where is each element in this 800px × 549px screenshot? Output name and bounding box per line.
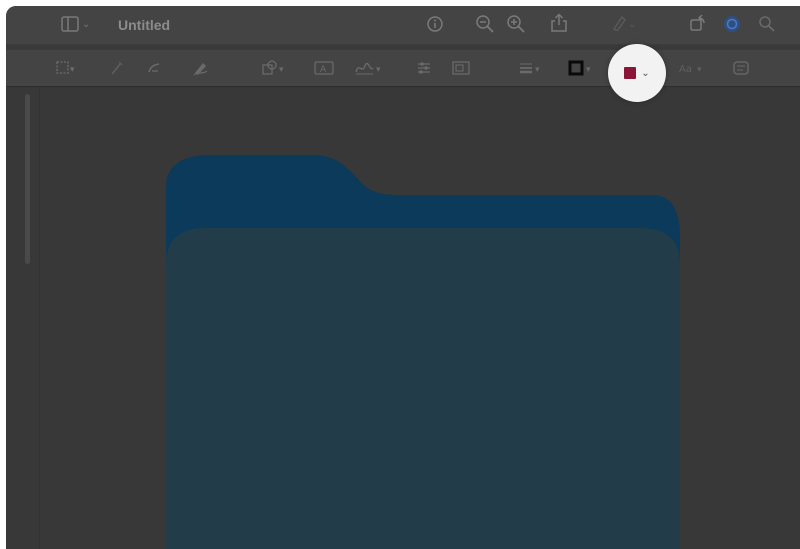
title-bar: ⌄ Untitled ⌄ xyxy=(6,6,800,45)
search-button[interactable] xyxy=(758,15,776,33)
zoom-in-button[interactable] xyxy=(506,14,526,34)
line-style-icon: ▾ xyxy=(518,60,544,76)
svg-text:⌄: ⌄ xyxy=(628,19,636,30)
text-style-button[interactable]: Aa ▾ xyxy=(678,60,708,76)
svg-text:▾: ▾ xyxy=(376,65,381,75)
sign-button[interactable]: ▾ xyxy=(354,60,384,76)
folder-front-panel xyxy=(166,228,680,549)
line-style-button[interactable]: ▾ xyxy=(518,60,544,76)
svg-text:▾: ▾ xyxy=(535,65,540,75)
share-icon xyxy=(550,13,568,33)
shapes-icon: ▾ xyxy=(262,60,288,76)
rotate-icon xyxy=(689,14,707,32)
fill-color-swatch xyxy=(624,67,637,79)
border-color-button[interactable]: ▾ xyxy=(568,60,598,76)
sketch-button[interactable] xyxy=(146,60,162,76)
sidebar-strip xyxy=(6,87,40,549)
search-icon xyxy=(758,15,776,33)
notes-button[interactable] xyxy=(732,60,750,76)
markup-button[interactable]: ⌄ xyxy=(612,15,638,31)
draw-button[interactable] xyxy=(192,59,210,77)
text-style-icon: Aa ▾ xyxy=(678,60,708,76)
text-box-button[interactable]: A xyxy=(314,60,334,76)
zoom-in-icon xyxy=(506,14,526,34)
instant-alpha-button[interactable] xyxy=(110,60,124,76)
zoom-out-icon xyxy=(475,14,495,34)
highlight-mode-icon xyxy=(722,14,742,34)
adjust-color-button[interactable] xyxy=(416,60,432,76)
instant-alpha-icon xyxy=(110,60,124,76)
markup-mode-button[interactable] xyxy=(722,14,742,34)
fill-color-button[interactable]: ⌄ xyxy=(608,44,666,102)
info-button[interactable] xyxy=(426,15,444,33)
rotate-button[interactable] xyxy=(689,14,707,32)
selection-tool-button[interactable]: ▾ xyxy=(56,61,78,75)
markup-icon: ⌄ xyxy=(612,15,638,31)
notes-icon xyxy=(732,60,750,76)
window-title: Untitled xyxy=(118,17,171,33)
info-icon xyxy=(426,15,444,33)
border-color-icon: ▾ xyxy=(568,60,598,76)
chevron-down-icon: ⌄ xyxy=(641,67,650,79)
svg-text:▾: ▾ xyxy=(586,65,591,75)
markup-toolbar: ▾ ▾ A ▾ ▾ ▾ Aa ▾ xyxy=(6,50,800,87)
svg-text:▾: ▾ xyxy=(279,65,284,75)
draw-icon xyxy=(192,59,210,77)
svg-text:▾: ▾ xyxy=(697,65,702,75)
share-button[interactable] xyxy=(550,13,568,33)
svg-text:A: A xyxy=(320,65,327,75)
adjust-color-icon xyxy=(416,60,432,76)
svg-text:▾: ▾ xyxy=(70,65,75,75)
selection-tool-icon: ▾ xyxy=(56,61,78,75)
adjust-size-button[interactable] xyxy=(452,60,470,76)
sidebar-toggle-button[interactable]: ⌄ xyxy=(61,16,90,32)
shapes-button[interactable]: ▾ xyxy=(262,60,288,76)
text-box-icon: A xyxy=(314,60,334,76)
preview-window: ⌄ Untitled ⌄ ▾ ▾ A ▾ ▾ ▾ Aa ▾ ⌄ xyxy=(6,6,800,549)
scrollbar-thumb[interactable] xyxy=(25,94,30,264)
folder-image xyxy=(166,155,680,549)
fill-color-icon: ⌄ xyxy=(624,67,650,79)
chevron-down-icon: ⌄ xyxy=(82,18,91,30)
sign-icon: ▾ xyxy=(354,60,384,76)
adjust-size-icon xyxy=(452,60,470,76)
zoom-out-button[interactable] xyxy=(475,14,495,34)
screen: ⌄ Untitled ⌄ ▾ ▾ A ▾ ▾ ▾ Aa ▾ ⌄ xyxy=(0,0,800,549)
document-canvas[interactable] xyxy=(40,87,800,549)
sketch-icon xyxy=(146,60,162,76)
svg-text:Aa: Aa xyxy=(679,64,692,75)
sidebar-toggle-icon xyxy=(61,16,79,32)
